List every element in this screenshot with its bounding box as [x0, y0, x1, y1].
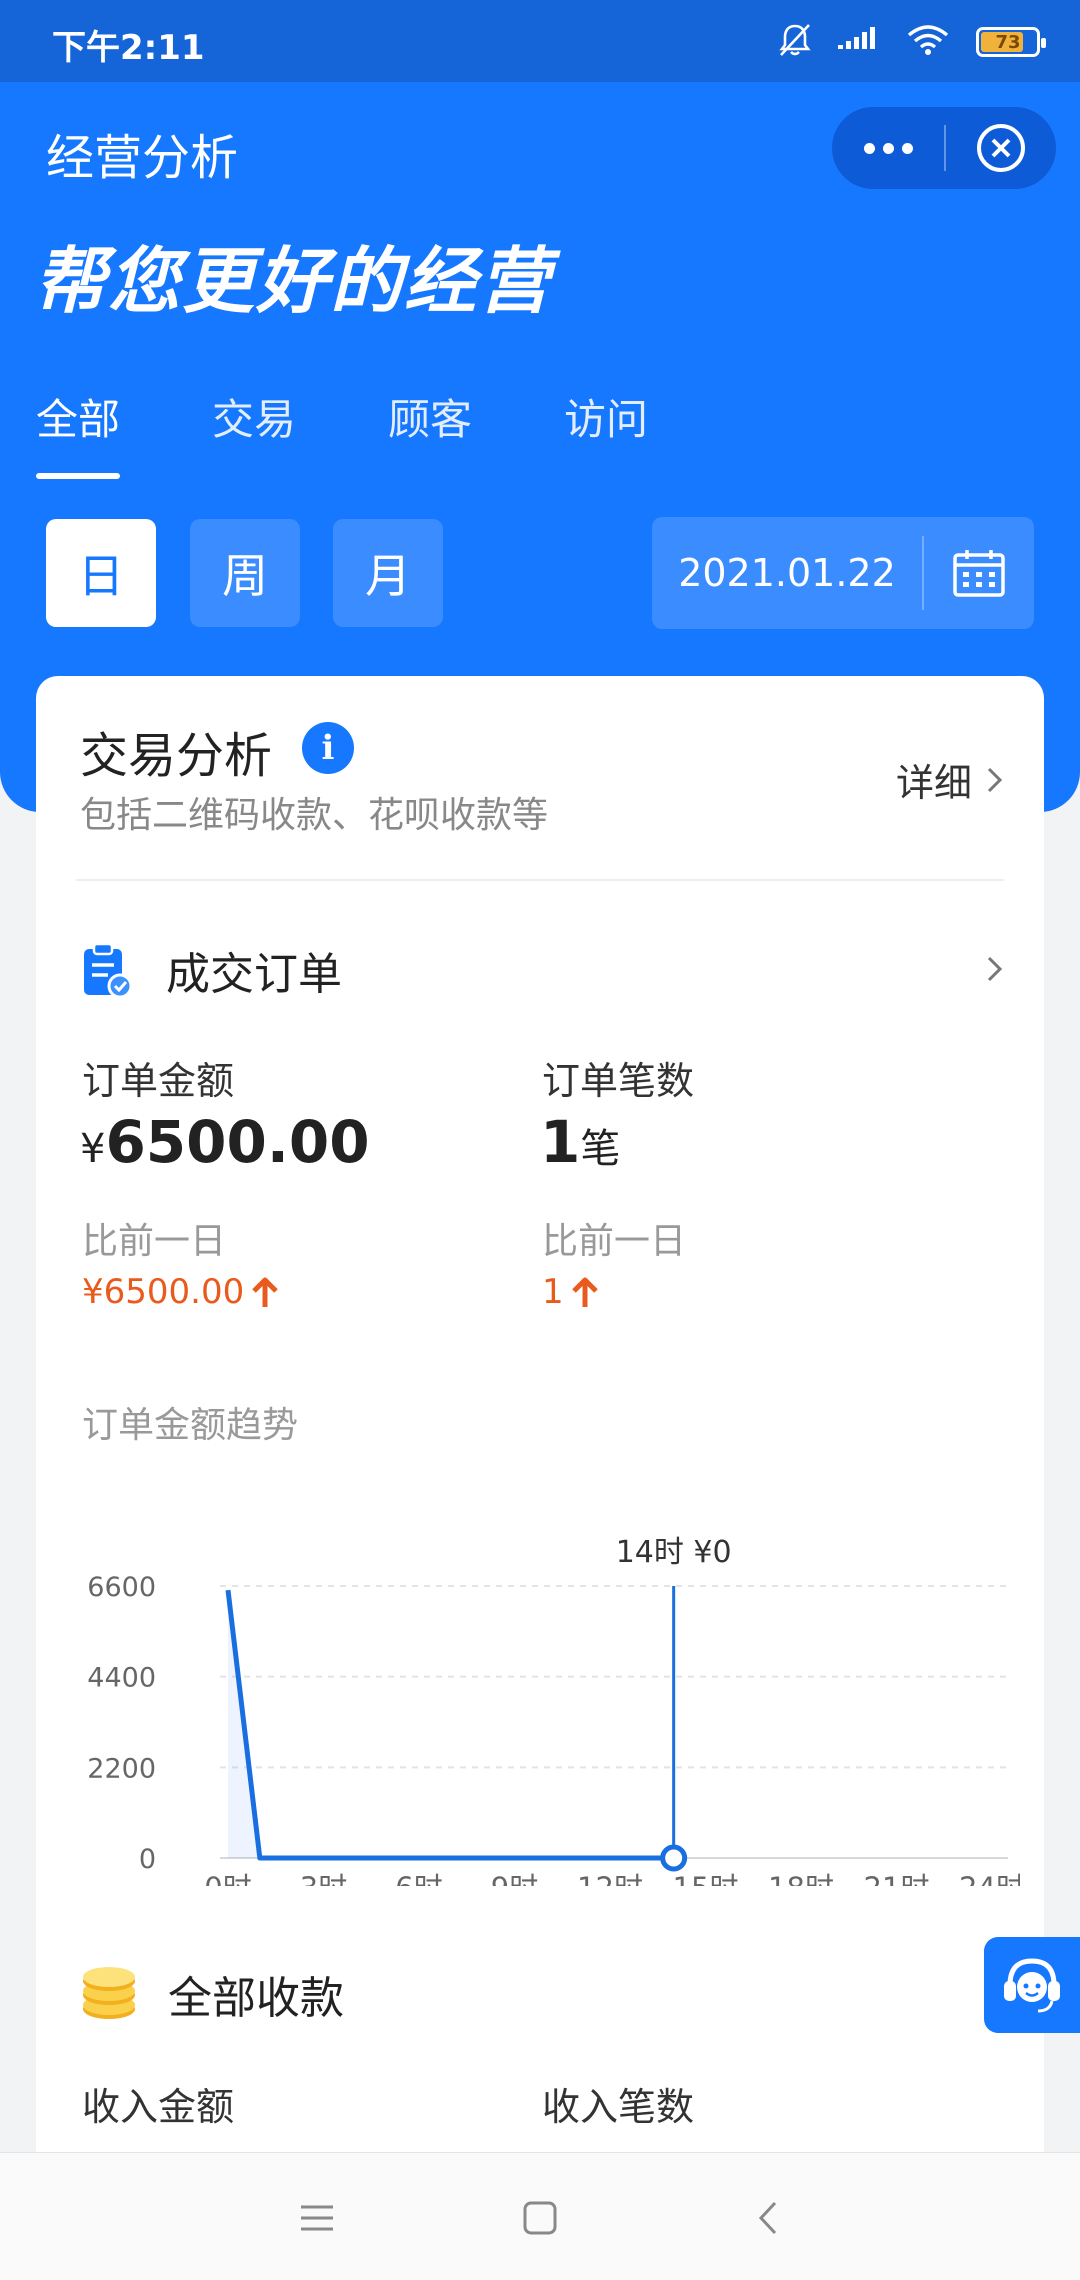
chart-x-tick-label: 18时 [768, 1871, 834, 1886]
calendar-icon [953, 550, 1005, 597]
period-month-button[interactable]: 月 [333, 519, 443, 627]
chart-x-tick-label: 21时 [864, 1871, 930, 1886]
trend-title: 订单金额趋势 [82, 1405, 299, 1446]
more-dot-icon [901, 142, 913, 154]
payments-header[interactable]: 全部收款 [80, 1962, 344, 2026]
chart-x-tick-label: 9时 [491, 1871, 538, 1886]
detail-link[interactable]: 详细 [896, 752, 1004, 807]
close-circle-icon [977, 124, 1025, 172]
amount-compare-label: 比前一日 [82, 1221, 227, 1262]
payments-title: 全部收款 [168, 1973, 344, 2024]
chart-series-line [225, 1589, 674, 1861]
chart-y-tick-label: 6600 [87, 1572, 156, 1603]
tab-transactions[interactable]: 交易 [212, 386, 296, 447]
chart-y-tick-label: 4400 [87, 1663, 156, 1694]
order-amount-trend-chart[interactable]: 0 2200 4400 6600 0时 3时 6时 9时 12时 15时 18时 21时 24时 14时 … [80, 1486, 1020, 1886]
chart-x-tick-label: 15时 [673, 1871, 739, 1886]
section-title: 交易分析 [80, 728, 273, 784]
clipboard-check-icon [84, 942, 133, 999]
order-count-number: 1 [540, 1108, 581, 1176]
signal-icon [838, 25, 880, 59]
close-button[interactable] [946, 107, 1056, 189]
customer-service-button[interactable] [984, 1937, 1080, 2033]
slogan: 帮您更好的经营 [34, 239, 553, 323]
orders-title: 成交订单 [166, 949, 342, 1000]
order-count-value: 1笔 [540, 1108, 620, 1176]
home-square-icon [523, 2201, 557, 2235]
chart-x-tick-label: 24时 [959, 1871, 1020, 1886]
chart-y-tick-label: 2200 [87, 1753, 156, 1784]
status-time: 下午2:11 [52, 28, 205, 68]
menu-button[interactable] [282, 2183, 352, 2253]
wifi-icon [906, 24, 950, 60]
more-dot-icon [863, 142, 875, 154]
chart-x-tick-label: 12时 [577, 1871, 643, 1886]
analysis-card: 交易分析 i 包括二维码收款、花呗收款等 详细 成交订单 订单金额 ¥6500.… [36, 676, 1044, 2176]
system-nav-bar [0, 2152, 1080, 2280]
orders-header[interactable]: 成交订单 [80, 938, 342, 1002]
count-compare-number: 1 [542, 1272, 564, 1312]
period-day-button[interactable]: 日 [46, 519, 156, 627]
currency-symbol: ¥ [80, 1126, 106, 1172]
period-week-button[interactable]: 周 [190, 519, 300, 627]
amount-compare-number: ¥6500.00 [82, 1272, 245, 1312]
chart-highlight-label: 14时 ¥0 [616, 1535, 732, 1570]
status-icons: 73 [778, 22, 1046, 62]
coin-stack-icon [83, 1967, 135, 2019]
page-title: 经营分析 [46, 130, 239, 186]
selected-date: 2021.01.22 [678, 551, 896, 595]
chevron-right-icon[interactable] [986, 954, 1004, 984]
chart-x-tick-label: 6时 [395, 1871, 442, 1886]
income-amount-label: 收入金额 [82, 2085, 235, 2129]
mini-program-capsule [832, 107, 1056, 189]
income-count-label: 收入笔数 [542, 2085, 695, 2129]
status-bar: 下午2:11 73 [0, 0, 1080, 82]
chart-highlight-point [660, 1844, 688, 1872]
tab-customers[interactable]: 顾客 [388, 386, 472, 447]
mute-bell-icon [778, 22, 812, 62]
battery-level: 73 [995, 31, 1021, 53]
count-compare-label: 比前一日 [542, 1221, 687, 1262]
arrow-up-icon [252, 1277, 279, 1307]
chevron-right-icon [987, 767, 1003, 792]
count-compare-value: 1 [542, 1272, 600, 1312]
order-amount-label: 订单金额 [82, 1059, 235, 1103]
more-dot-icon [882, 142, 894, 154]
order-amount-number: 6500.00 [105, 1108, 370, 1176]
back-button[interactable] [733, 2183, 803, 2253]
date-picker[interactable]: 2021.01.22 [652, 517, 1034, 629]
arrow-up-icon [571, 1277, 598, 1307]
divider [76, 879, 1004, 881]
chart-y-tick-label: 0 [139, 1844, 156, 1875]
more-button[interactable] [832, 107, 944, 189]
amount-compare-value: ¥6500.00 [82, 1272, 280, 1312]
back-chevron-icon [758, 2201, 777, 2235]
section-subtitle: 包括二维码收款、花呗收款等 [80, 795, 549, 836]
info-icon[interactable]: i [302, 722, 354, 774]
menu-icon [301, 2205, 333, 2231]
tab-visits[interactable]: 访问 [564, 386, 648, 447]
detail-label: 详细 [895, 761, 972, 805]
order-count-label: 订单笔数 [542, 1059, 695, 1103]
category-tabs: 全部 交易 顾客 访问 [36, 386, 740, 479]
chart-x-tick-label: 0时 [204, 1871, 251, 1886]
order-count-unit: 笔 [580, 1126, 621, 1172]
customer-service-icon [1004, 1958, 1060, 2013]
tab-all[interactable]: 全部 [36, 386, 121, 479]
order-amount-value: ¥6500.00 [80, 1108, 370, 1176]
chart-x-tick-label: 3时 [300, 1871, 347, 1886]
battery-icon: 73 [976, 27, 1046, 57]
calendar-button[interactable] [924, 547, 1034, 599]
chart-series-area [228, 1590, 674, 1858]
home-button[interactable] [505, 2183, 575, 2253]
